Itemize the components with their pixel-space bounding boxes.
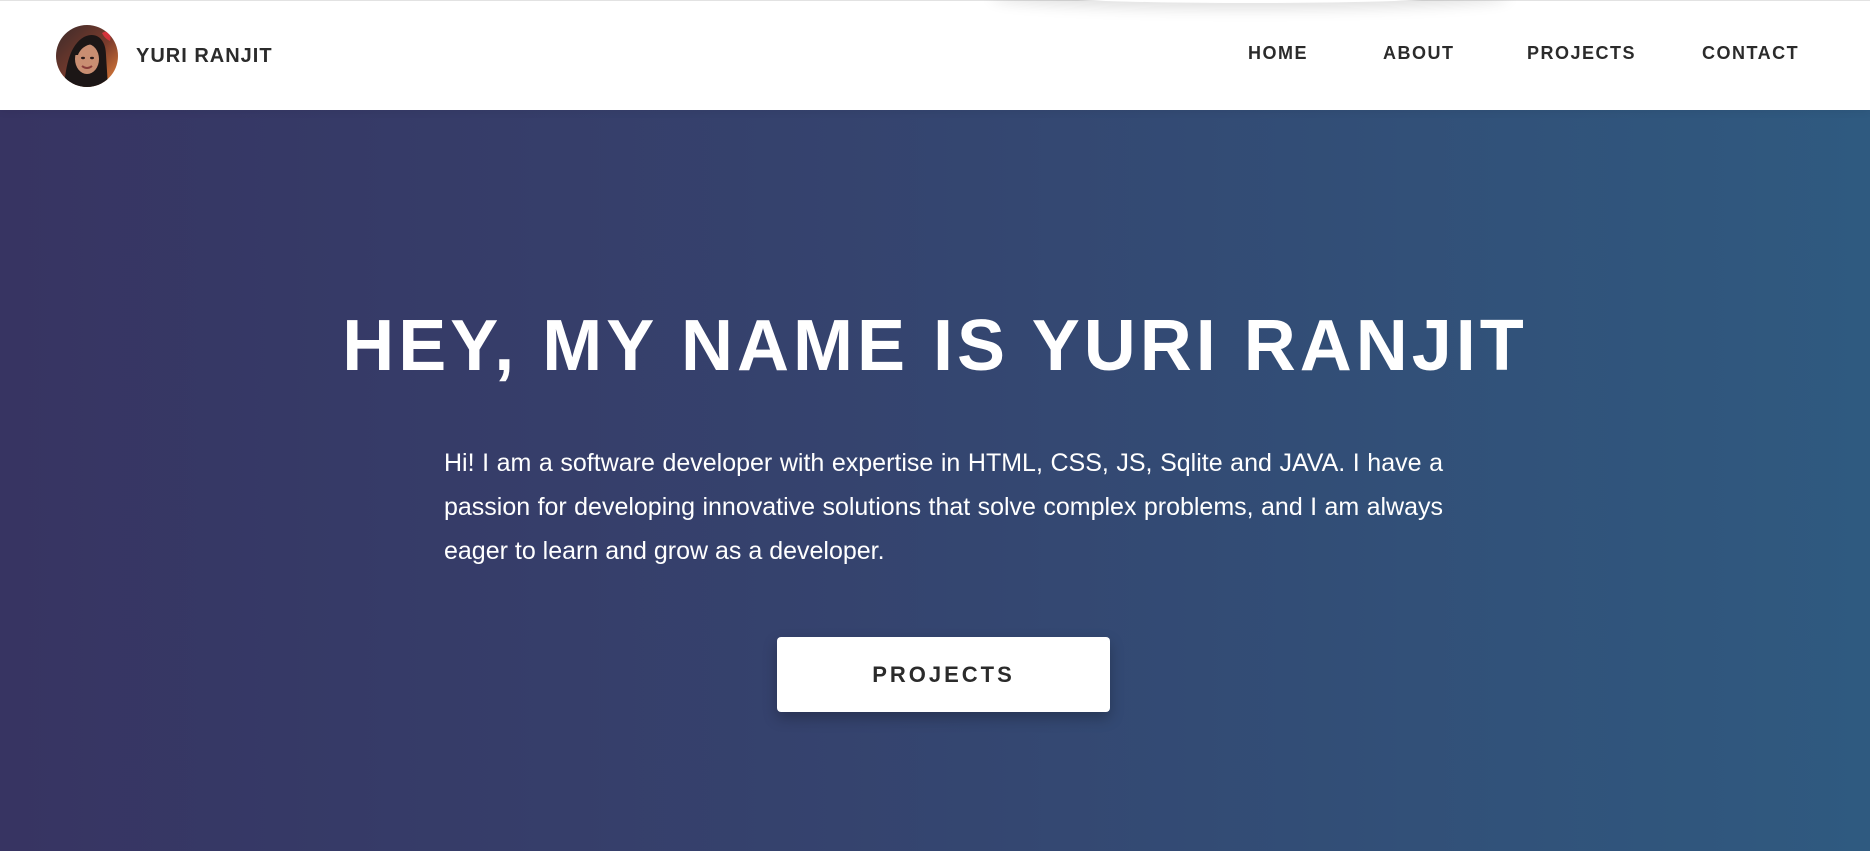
nav-link-about[interactable]: ABOUT — [1383, 43, 1455, 64]
brand-link[interactable]: YURI RANJIT — [56, 25, 273, 87]
nav-link-contact[interactable]: CONTACT — [1702, 43, 1799, 64]
hero-title: HEY, MY NAME IS YURI RANJIT — [342, 306, 1528, 386]
profile-photo-icon — [56, 25, 118, 87]
nav-link-home[interactable]: HOME — [1248, 43, 1308, 64]
site-header: YURI RANJIT HOME ABOUT PROJECTS CONTACT — [0, 0, 1870, 110]
hero-section: HEY, MY NAME IS YURI RANJIT Hi! I am a s… — [0, 110, 1870, 851]
brand-name: YURI RANJIT — [136, 44, 273, 67]
projects-button[interactable]: PROJECTS — [777, 637, 1110, 712]
avatar — [56, 25, 118, 87]
hero-description: Hi! I am a software developer with exper… — [444, 449, 1443, 565]
header-shadow-decoration — [990, 0, 1510, 3]
nav-link-projects[interactable]: PROJECTS — [1527, 43, 1636, 64]
